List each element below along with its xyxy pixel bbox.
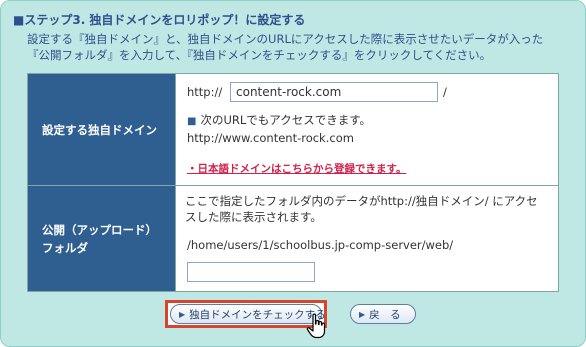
folder-label-line-1: 公開（アップロード） xyxy=(42,222,157,237)
folder-label-line-2: フォルダ xyxy=(42,240,88,255)
folder-input[interactable] xyxy=(187,262,315,282)
back-button[interactable]: ▶ 戻 る xyxy=(350,304,416,324)
hand-pointer-cursor-icon xyxy=(306,313,326,339)
folder-desc-line-2: スした際に表示されます。 xyxy=(185,210,322,224)
japanese-domain-link[interactable]: ・日本語ドメインはこちらから登録できます。 xyxy=(187,161,406,176)
folder-label-cell: 公開（アップロード） フォルダ xyxy=(28,186,176,291)
domain-setup-panel: ■ステップ3. 独自ドメインをロリポップ！に設定する 設定する『独自ドメイン』と… xyxy=(0,0,586,347)
check-button-highlight: ▶ 独自ドメインをチェックする xyxy=(165,300,327,328)
instructions-line-1: 設定する『独自ドメイン』と、独自ドメインのURLにアクセスした際に表示させたいデ… xyxy=(27,32,544,46)
domain-value-cell: http:// / ■次のURLでもアクセスできます。 http://www.c… xyxy=(177,74,558,185)
domain-input[interactable] xyxy=(230,82,438,102)
triangle-right-icon: ▶ xyxy=(359,309,366,319)
back-label: 戻 る xyxy=(369,308,401,321)
domain-label-cell: 設定する独自ドメイン xyxy=(28,74,176,185)
domain-form-table: 設定する独自ドメイン http:// / ■次のURLでもアクセスできます。 h… xyxy=(27,73,559,292)
folder-row: 公開（アップロード） フォルダ ここで指定したフォルダ内のデータがhttp://… xyxy=(28,186,558,291)
folder-desc-line-1: ここで指定したフォルダ内のデータがhttp://独自ドメイン/ にアクセ xyxy=(185,194,538,208)
domain-row: 設定する独自ドメイン http:// / ■次のURLでもアクセスできます。 h… xyxy=(28,74,558,186)
http-prefix: http:// xyxy=(187,85,223,99)
access-note: ■ 次のURLでもアクセスできます。 xyxy=(187,112,371,128)
access-note-text: 次のURLでもアクセスできます。 xyxy=(200,113,372,127)
check-domain-button[interactable]: ▶ 独自ドメインをチェックする xyxy=(170,304,326,324)
square-bullet-icon: ■ xyxy=(187,116,197,127)
triangle-right-icon: ▶ xyxy=(179,309,186,319)
folder-path: /home/users/1/schoolbus.jp-comp-server/w… xyxy=(187,238,454,252)
alt-url: http://www.content-rock.com xyxy=(187,131,354,145)
instructions: 設定する『独自ドメイン』と、独自ドメインのURLにアクセスした際に表示させたいデ… xyxy=(27,31,575,63)
step-heading: ■ステップ3. 独自ドメインをロリポップ！に設定する xyxy=(13,13,306,27)
instructions-line-2: 『公開フォルダ』を入力して、『独自ドメインをチェックする』をクリックしてください… xyxy=(27,48,492,62)
folder-value-cell: ここで指定したフォルダ内のデータがhttp://独自ドメイン/ にアクセ スした… xyxy=(177,186,558,291)
domain-label: 設定する独自ドメイン xyxy=(42,122,157,137)
slash-suffix: / xyxy=(443,85,447,99)
